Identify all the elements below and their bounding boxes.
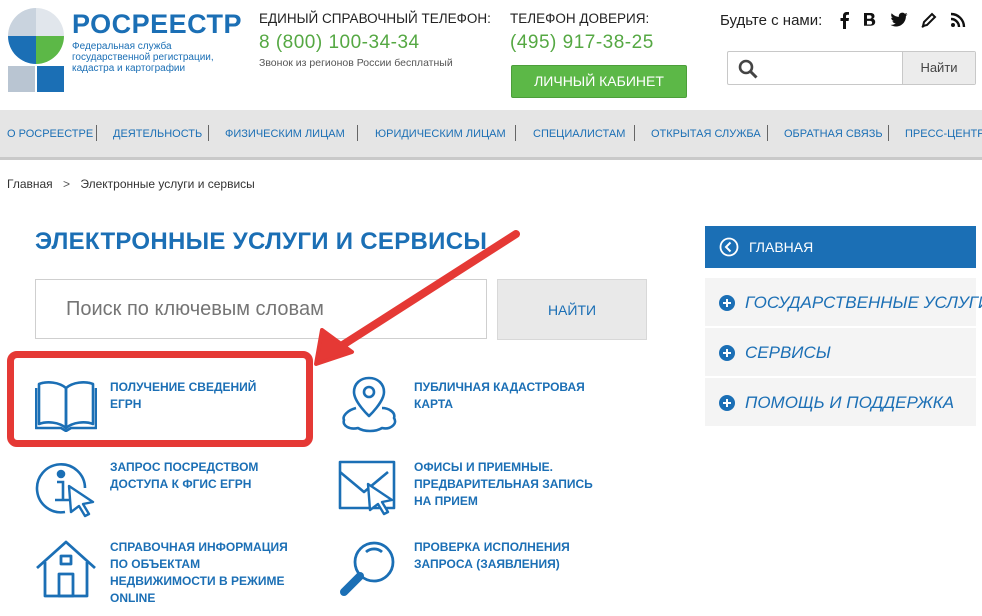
service-label: ЗАПРОС ПОСРЕДСТВОМ ДОСТУПА К ФГИС ЕГРН	[110, 460, 259, 491]
nav-item-specialists[interactable]: СПЕЦИАЛИСТАМ	[533, 127, 625, 141]
map-pin-icon	[342, 376, 397, 433]
service-request-status-check[interactable]: ПРОВЕРКА ИСПОЛНЕНИЯ ЗАПРОСА (ЗАЯВЛЕНИЯ)	[338, 538, 598, 600]
service-fgis-egrn-request[interactable]: ЗАПРОС ПОСРЕДСТВОМ ДОСТУПА К ФГИС ЕГРН	[35, 458, 295, 520]
plus-circle-icon	[719, 295, 735, 311]
nav-separator	[515, 125, 516, 141]
sidebar-item-help-support[interactable]: ПОМОЩЬ И ПОДДЕРЖКА	[705, 378, 976, 427]
blog-icon[interactable]	[920, 11, 938, 29]
service-label: ПРОВЕРКА ИСПОЛНЕНИЯ ЗАПРОСА (ЗАЯВЛЕНИЯ)	[414, 540, 570, 571]
nav-item-press-center[interactable]: ПРЕСС-ЦЕНТР	[905, 127, 982, 141]
nav-separator	[634, 125, 635, 141]
brand-title: РОСРЕЕСТР	[72, 9, 243, 39]
rss-icon[interactable]	[950, 12, 966, 28]
service-realty-reference-online[interactable]: СПРАВОЧНАЯ ИНФОРМАЦИЯ ПО ОБЪЕКТАМ НЕДВИЖ…	[35, 538, 295, 608]
nav-item-open-service[interactable]: ОТКРЫТАЯ СЛУЖБА	[651, 127, 761, 141]
service-egrn-info[interactable]: ПОЛУЧЕНИЕ СВЕДЕНИЙ ЕГРН	[35, 376, 295, 436]
nav-item-feedback[interactable]: ОБРАТНАЯ СВЯЗЬ	[784, 127, 883, 141]
twitter-icon[interactable]	[890, 12, 908, 28]
hotline-caption: ЕДИНЫЙ СПРАВОЧНЫЙ ТЕЛЕФОН:	[259, 11, 491, 26]
breadcrumb-home[interactable]: Главная	[7, 177, 53, 191]
social-label: Будьте с нами:	[720, 11, 823, 29]
envelope-cursor-icon	[338, 460, 396, 516]
sidebar-item-government-services[interactable]: ГОСУДАРСТВЕННЫЕ УСЛУГИ	[705, 278, 982, 327]
service-cadastral-map[interactable]: ПУБЛИЧНАЯ КАДАСТРОВАЯ КАРТА	[338, 374, 598, 436]
book-icon	[35, 381, 97, 432]
hotline-block: ЕДИНЫЙ СПРАВОЧНЫЙ ТЕЛЕФОН: 8 (800) 100-3…	[259, 11, 491, 69]
page-title: ЭЛЕКТРОННЫЕ УСЛУГИ И СЕРВИСЫ	[35, 228, 488, 255]
trust-phone-number[interactable]: (495) 917-38-25	[510, 31, 654, 55]
breadcrumb-separator: >	[63, 177, 71, 191]
keyword-search-button[interactable]: НАЙТИ	[497, 279, 647, 340]
nav-item-legal-entities[interactable]: ЮРИДИЧЕСКИМ ЛИЦАМ	[375, 127, 506, 141]
rosreestr-logo-icon[interactable]	[6, 6, 66, 94]
main-nav: О РОСРЕЕСТРЕ ДЕЯТЕЛЬНОСТЬ ФИЗИЧЕСКИМ ЛИЦ…	[0, 110, 982, 160]
back-circle-icon	[719, 237, 739, 257]
trust-phone-caption: ТЕЛЕФОН ДОВЕРИЯ:	[510, 11, 650, 26]
magnifier-icon	[340, 541, 395, 596]
nav-separator	[208, 125, 209, 141]
service-label: СПРАВОЧНАЯ ИНФОРМАЦИЯ ПО ОБЪЕКТАМ НЕДВИЖ…	[110, 540, 288, 605]
sidebar-home[interactable]: ГЛАВНАЯ	[705, 226, 976, 268]
breadcrumb-current: Электронные услуги и сервисы	[80, 177, 255, 191]
keyword-search	[35, 279, 487, 339]
site-search-input[interactable]	[764, 56, 924, 80]
info-cursor-icon	[35, 463, 95, 518]
hotline-number[interactable]: 8 (800) 100-34-34	[259, 31, 491, 55]
sidebar-item-label: ПОМОЩЬ И ПОДДЕРЖКА	[745, 393, 955, 412]
breadcrumb: Главная > Электронные услуги и сервисы	[7, 177, 255, 191]
sidebar-item-services[interactable]: СЕРВИСЫ	[705, 328, 976, 377]
trust-phone-block: ТЕЛЕФОН ДОВЕРИЯ: (495) 917-38-25	[510, 11, 654, 55]
facebook-icon[interactable]	[838, 11, 850, 29]
sidebar-home-label: ГЛАВНАЯ	[749, 239, 814, 255]
sidebar-item-label: СЕРВИСЫ	[745, 343, 831, 362]
nav-item-individuals[interactable]: ФИЗИЧЕСКИМ ЛИЦАМ	[225, 127, 345, 141]
nav-item-activity[interactable]: ДЕЯТЕЛЬНОСТЬ	[113, 127, 202, 141]
plus-circle-icon	[719, 395, 735, 411]
plus-circle-icon	[719, 345, 735, 361]
social-links: Будьте с нами:	[720, 11, 966, 29]
hotline-note: Звонок из регионов России бесплатный	[259, 57, 453, 69]
keyword-search-input[interactable]	[36, 280, 486, 338]
site-search-button[interactable]: Найти	[902, 52, 975, 84]
site-search: Найти	[727, 51, 976, 85]
nav-item-about[interactable]: О РОСРЕЕСТРЕ	[7, 127, 93, 141]
nav-separator	[767, 125, 768, 141]
nav-separator	[96, 125, 97, 141]
personal-cabinet-button[interactable]: ЛИЧНЫЙ КАБИНЕТ	[511, 65, 687, 98]
vk-icon[interactable]	[862, 11, 878, 29]
service-label: ОФИСЫ И ПРИЕМНЫЕ. ПРЕДВАРИТЕЛЬНАЯ ЗАПИСЬ…	[414, 460, 593, 508]
service-offices-appointment[interactable]: ОФИСЫ И ПРИЕМНЫЕ. ПРЕДВАРИТЕЛЬНАЯ ЗАПИСЬ…	[338, 458, 598, 520]
nav-separator	[357, 125, 358, 141]
search-icon	[738, 59, 758, 79]
brand-subtitle: Федеральная служба государственной регис…	[72, 41, 214, 74]
service-label: ПУБЛИЧНАЯ КАДАСТРОВАЯ КАРТА	[414, 380, 585, 411]
service-label: ПОЛУЧЕНИЕ СВЕДЕНИЙ ЕГРН	[110, 380, 257, 411]
nav-separator	[888, 125, 889, 141]
sidebar-item-label: ГОСУДАРСТВЕННЫЕ УСЛУГИ	[745, 293, 982, 312]
house-icon	[36, 540, 96, 598]
brand: РОСРЕЕСТР Федеральная служба государстве…	[72, 10, 242, 74]
